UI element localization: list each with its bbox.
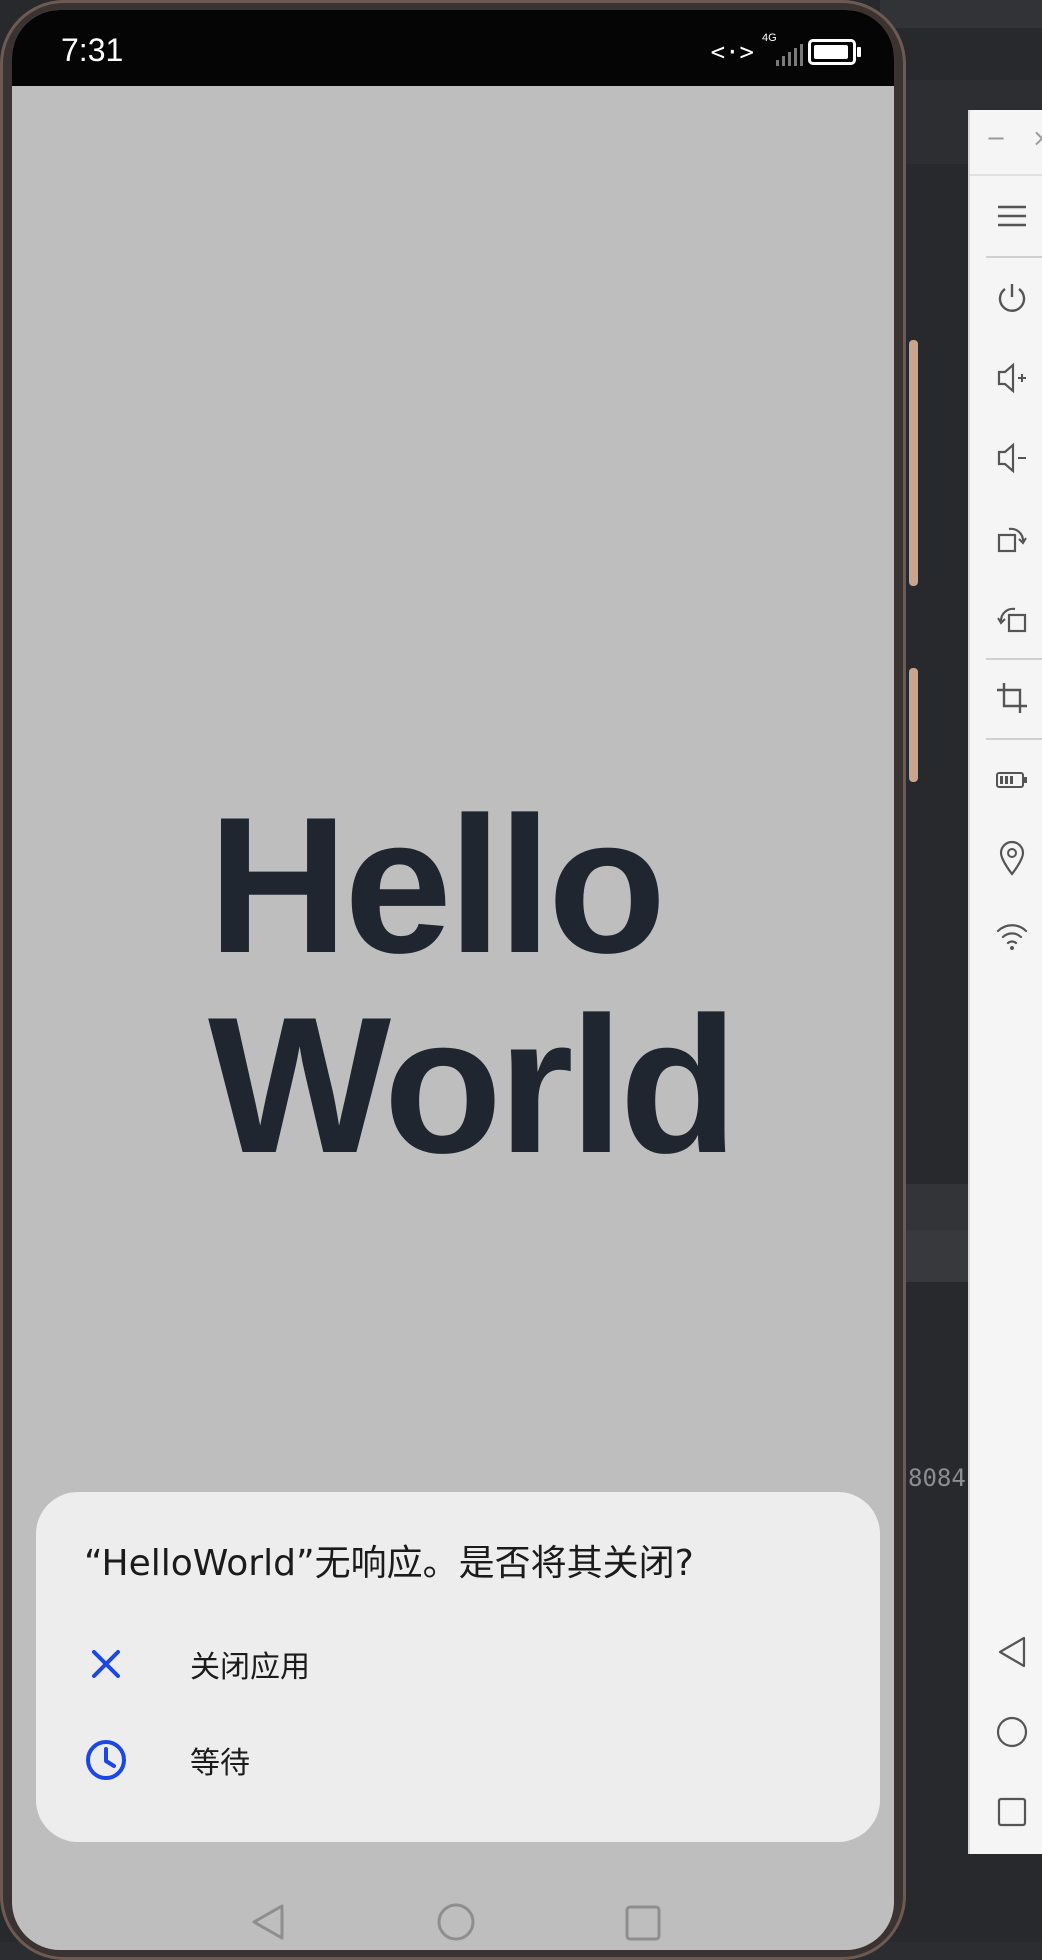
network-type-label: 4G	[762, 32, 777, 44]
ide-header-strip	[880, 0, 1042, 28]
emulator-toolbar: − ×	[968, 110, 1042, 1854]
world-line: World	[208, 977, 738, 1194]
minimize-button[interactable]: −	[986, 124, 1006, 152]
data-activity-icon: <·>	[710, 38, 754, 66]
close-icon	[84, 1642, 128, 1686]
rotate-left-icon[interactable]	[992, 518, 1032, 558]
hello-line: Hello	[208, 777, 666, 994]
close-app-label: 关闭应用	[190, 1650, 310, 1685]
ide-console-text: 8084	[908, 1464, 966, 1492]
location-icon[interactable]	[992, 838, 1032, 878]
close-window-button[interactable]: ×	[1032, 124, 1042, 152]
battery-fill	[814, 45, 848, 59]
clock-icon	[84, 1738, 128, 1782]
rotate-right-icon[interactable]	[992, 598, 1032, 638]
dialog-title: “HelloWorld”无响应。是否将其关闭?	[84, 1543, 694, 1584]
volume-up-icon[interactable]	[992, 358, 1032, 398]
toolbar-divider	[986, 256, 1042, 258]
wifi-icon[interactable]	[992, 916, 1032, 956]
battery-icon	[808, 39, 861, 65]
anr-dialog: “HelloWorld”无响应。是否将其关闭? 关闭应用 等待	[36, 1492, 880, 1842]
toolbar-divider	[986, 738, 1042, 740]
menu-icon[interactable]	[992, 196, 1032, 236]
phone-side-button[interactable]	[909, 340, 918, 586]
toolbar-divider	[986, 658, 1042, 660]
crop-icon[interactable]	[992, 678, 1032, 718]
hello-world-text: Hello World	[208, 777, 738, 1194]
battery-icon[interactable]	[992, 760, 1032, 800]
status-bar: 7:31 <·> 4G	[12, 10, 894, 86]
status-icons: <·> 4G	[710, 32, 861, 66]
signal-icon: 4G	[762, 32, 803, 66]
close-app-option[interactable]: 关闭应用	[84, 1626, 844, 1702]
volume-down-icon[interactable]	[992, 438, 1032, 478]
home-icon[interactable]	[992, 1712, 1032, 1752]
nav-home-icon[interactable]	[436, 1902, 476, 1946]
emulator-window-controls: − ×	[970, 110, 1042, 176]
back-icon[interactable]	[992, 1632, 1032, 1672]
status-time: 7:31	[61, 32, 124, 68]
phone-screen: 7:31 <·> 4G Hello World “HelloWorld”无响应。…	[12, 10, 894, 1950]
nav-back-icon[interactable]	[250, 1902, 286, 1946]
wait-label: 等待	[190, 1746, 250, 1781]
nav-recents-icon[interactable]	[624, 1904, 662, 1946]
wait-option[interactable]: 等待	[84, 1722, 844, 1798]
recents-icon[interactable]	[992, 1792, 1032, 1832]
phone-side-button[interactable]	[909, 668, 918, 782]
power-icon[interactable]	[992, 278, 1032, 318]
